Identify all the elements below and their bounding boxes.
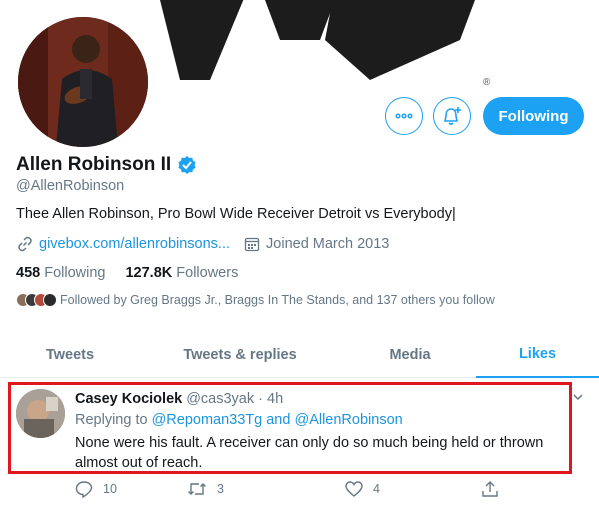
profile-name-row: Allen Robinson II	[16, 154, 197, 176]
followed-by[interactable]: Followed by Greg Braggs Jr., Braggs In T…	[16, 293, 495, 307]
retweet-count: 3	[217, 482, 224, 496]
profile-avatar[interactable]	[14, 13, 152, 151]
share-action[interactable]	[481, 480, 499, 498]
mini-avatar	[43, 293, 57, 307]
more-options-button[interactable]	[385, 97, 423, 135]
profile-handle: @AllenRobinson	[16, 178, 125, 194]
like-action[interactable]: 4	[345, 480, 380, 498]
retweet-icon	[188, 483, 206, 495]
share-icon	[482, 481, 498, 497]
banner-logo	[160, 0, 475, 80]
tweet-header: Casey Kociolek @cas3yak · 4h	[75, 391, 283, 407]
following-count: 458	[16, 265, 41, 281]
profile-joined-date: Joined March 2013	[266, 236, 390, 252]
retweet-action[interactable]: 3	[187, 480, 224, 498]
tweet-author-name[interactable]: Casey Kociolek	[75, 391, 182, 407]
tweet-text: None were his fault. A receiver can only…	[75, 435, 544, 471]
tab-tweets-replies[interactable]: Tweets & replies	[140, 332, 340, 378]
profile-meta: givebox.com/allenrobinsons... Joined Mar…	[16, 235, 389, 253]
followed-by-avatars	[16, 293, 57, 307]
followers-count-label: Followers	[176, 265, 239, 281]
replying-to-prefix: Replying to	[75, 412, 148, 428]
like-count: 4	[373, 482, 380, 496]
profile-bio: Thee Allen Robinson, Pro Bowl Wide Recei…	[16, 206, 456, 222]
following-count-label: Following	[44, 265, 106, 281]
reply-action[interactable]: 10	[75, 480, 117, 498]
tweet-replying-to: Replying to @Repoman33Tg and @AllenRobin…	[75, 412, 403, 428]
reply-count: 10	[103, 482, 117, 496]
tweet-actions: 10 3 4	[75, 480, 505, 502]
banner-registered-mark: ®	[483, 77, 491, 88]
link-icon	[18, 236, 32, 252]
verified-badge-icon	[178, 156, 196, 174]
heart-icon	[345, 481, 363, 497]
tweet-author-avatar[interactable]	[16, 389, 65, 438]
followed-by-text: Followed by Greg Braggs Jr., Braggs In T…	[60, 293, 495, 307]
tab-media[interactable]: Media	[340, 332, 480, 378]
tweet[interactable]: Casey Kociolek @cas3yak · 4h Replying to…	[0, 379, 599, 509]
more-icon	[395, 113, 413, 119]
author-photo	[16, 389, 65, 438]
calendar-icon	[244, 237, 260, 252]
tweet-author-meta[interactable]: @cas3yak · 4h	[186, 391, 283, 407]
avatar-photo	[18, 17, 148, 147]
profile-name: Allen Robinson II	[16, 154, 172, 175]
tab-likes[interactable]: Likes	[476, 332, 599, 378]
chevron-down-icon[interactable]	[571, 390, 585, 404]
profile-counts: 458 Following 127.8K Followers	[16, 265, 238, 281]
profile-tabs: Tweets Tweets & replies Media Likes	[0, 332, 599, 378]
reply-icon	[75, 481, 93, 498]
following-button[interactable]: Following	[483, 97, 584, 135]
followers-count: 127.8K	[125, 265, 173, 281]
following-count-link[interactable]: 458 Following	[16, 265, 105, 281]
bell-plus-icon	[444, 107, 461, 125]
followers-count-link[interactable]: 127.8K Followers	[125, 265, 238, 281]
notifications-button[interactable]	[433, 97, 471, 135]
profile-website-link[interactable]: givebox.com/allenrobinsons...	[39, 236, 230, 252]
tab-tweets[interactable]: Tweets	[0, 332, 140, 378]
replying-to-mentions[interactable]: @Repoman33Tg and @AllenRobinson	[152, 412, 403, 428]
